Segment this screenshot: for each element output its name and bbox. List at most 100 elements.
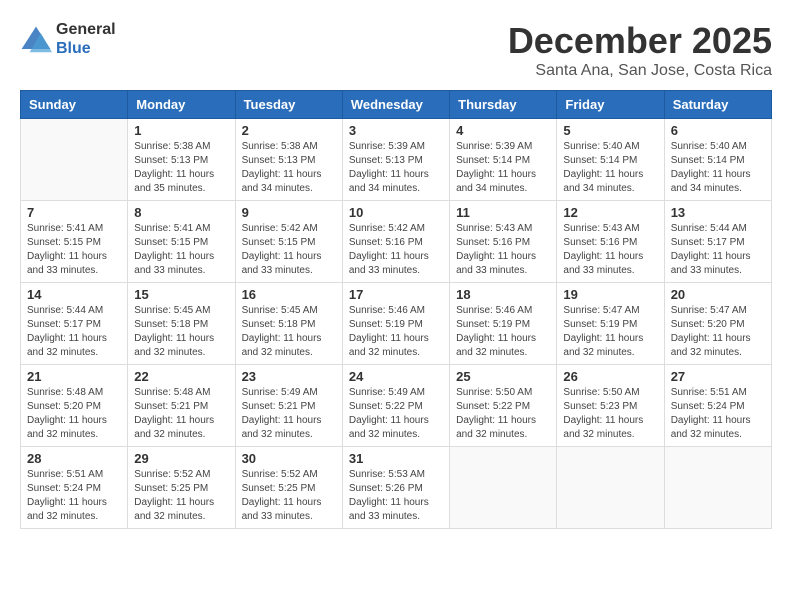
day-number: 7 <box>27 205 121 220</box>
calendar-cell: 11 Sunrise: 5:43 AM Sunset: 5:16 PM Dayli… <box>450 201 557 283</box>
logo-blue: Blue <box>56 39 116 58</box>
day-number: 18 <box>456 287 550 302</box>
title-section: December 2025 Santa Ana, San Jose, Costa… <box>508 20 772 80</box>
day-info: Sunrise: 5:42 AM Sunset: 5:16 PM Dayligh… <box>349 222 443 278</box>
day-info: Sunrise: 5:38 AM Sunset: 5:13 PM Dayligh… <box>242 140 336 196</box>
calendar-cell: 3Sunrise: 5:39 AM Sunset: 5:13 PM Daylig… <box>342 119 449 201</box>
day-number: 21 <box>27 369 121 384</box>
weekday-header-sunday: Sunday <box>21 91 128 119</box>
calendar-cell <box>664 447 771 529</box>
day-number: 1 <box>134 123 228 138</box>
calendar-cell: 15Sunrise: 5:45 AM Sunset: 5:18 PM Dayli… <box>128 283 235 365</box>
calendar-cell: 7 Sunrise: 5:41 AM Sunset: 5:15 PM Daylig… <box>21 201 128 283</box>
calendar-cell: 24 Sunrise: 5:49 AM Sunset: 5:22 PM Dayli… <box>342 365 449 447</box>
calendar-table: SundayMondayTuesdayWednesdayThursdayFrid… <box>20 90 772 529</box>
calendar-cell: 1 Sunrise: 5:38 AM Sunset: 5:13 PM Daylig… <box>128 119 235 201</box>
day-info: Sunrise: 5:43 AM Sunset: 5:16 PM Dayligh… <box>456 222 550 278</box>
weekday-header-monday: Monday <box>128 91 235 119</box>
calendar-cell <box>450 447 557 529</box>
day-info: Sunrise: 5:53 AM Sunset: 5:26 PM Dayligh… <box>349 468 443 524</box>
day-number: 14 <box>27 287 121 302</box>
day-number: 30 <box>242 451 336 466</box>
calendar-cell: 20Sunrise: 5:47 AM Sunset: 5:20 PM Dayli… <box>664 283 771 365</box>
calendar-cell: 18 Sunrise: 5:46 AM Sunset: 5:19 PM Dayli… <box>450 283 557 365</box>
logo-icon <box>20 25 52 53</box>
day-info: Sunrise: 5:44 AM Sunset: 5:17 PM Dayligh… <box>27 304 121 360</box>
day-info: Sunrise: 5:40 AM Sunset: 5:14 PM Dayligh… <box>671 140 765 196</box>
logo-general: General <box>56 20 116 39</box>
day-number: 29 <box>134 451 228 466</box>
day-info: Sunrise: 5:52 AM Sunset: 5:25 PM Dayligh… <box>242 468 336 524</box>
calendar-cell: 29 Sunrise: 5:52 AM Sunset: 5:25 PM Dayli… <box>128 447 235 529</box>
calendar-week-2: 7 Sunrise: 5:41 AM Sunset: 5:15 PM Daylig… <box>21 201 772 283</box>
day-number: 5 <box>563 123 657 138</box>
day-info: Sunrise: 5:49 AM Sunset: 5:22 PM Dayligh… <box>349 386 443 442</box>
calendar-cell: 12 Sunrise: 5:43 AM Sunset: 5:16 PM Dayli… <box>557 201 664 283</box>
day-number: 26 <box>563 369 657 384</box>
day-number: 9 <box>242 205 336 220</box>
day-number: 6 <box>671 123 765 138</box>
day-number: 11 <box>456 205 550 220</box>
calendar-cell: 9 Sunrise: 5:42 AM Sunset: 5:15 PM Daylig… <box>235 201 342 283</box>
day-number: 16 <box>242 287 336 302</box>
calendar-cell: 17 Sunrise: 5:46 AM Sunset: 5:19 PM Dayli… <box>342 283 449 365</box>
day-number: 10 <box>349 205 443 220</box>
day-number: 27 <box>671 369 765 384</box>
calendar-week-5: 28Sunrise: 5:51 AM Sunset: 5:24 PM Dayli… <box>21 447 772 529</box>
calendar-cell: 14 Sunrise: 5:44 AM Sunset: 5:17 PM Dayli… <box>21 283 128 365</box>
day-info: Sunrise: 5:45 AM Sunset: 5:18 PM Dayligh… <box>242 304 336 360</box>
calendar-cell: 31 Sunrise: 5:53 AM Sunset: 5:26 PM Dayli… <box>342 447 449 529</box>
page-header: General Blue December 2025 Santa Ana, Sa… <box>20 20 772 80</box>
day-number: 12 <box>563 205 657 220</box>
day-info: Sunrise: 5:48 AM Sunset: 5:20 PM Dayligh… <box>27 386 121 442</box>
day-info: Sunrise: 5:46 AM Sunset: 5:19 PM Dayligh… <box>349 304 443 360</box>
calendar-cell: 10 Sunrise: 5:42 AM Sunset: 5:16 PM Dayli… <box>342 201 449 283</box>
weekday-header-tuesday: Tuesday <box>235 91 342 119</box>
day-info: Sunrise: 5:38 AM Sunset: 5:13 PM Dayligh… <box>134 140 228 196</box>
day-info: Sunrise: 5:42 AM Sunset: 5:15 PM Dayligh… <box>242 222 336 278</box>
calendar-cell: 2 Sunrise: 5:38 AM Sunset: 5:13 PM Daylig… <box>235 119 342 201</box>
day-number: 23 <box>242 369 336 384</box>
day-info: Sunrise: 5:46 AM Sunset: 5:19 PM Dayligh… <box>456 304 550 360</box>
weekday-header-thursday: Thursday <box>450 91 557 119</box>
day-number: 25 <box>456 369 550 384</box>
day-info: Sunrise: 5:39 AM Sunset: 5:13 PM Dayligh… <box>349 140 443 196</box>
day-number: 17 <box>349 287 443 302</box>
location: Santa Ana, San Jose, Costa Rica <box>508 62 772 80</box>
day-number: 15 <box>134 287 228 302</box>
calendar-cell: 5Sunrise: 5:40 AM Sunset: 5:14 PM Daylig… <box>557 119 664 201</box>
day-number: 8 <box>134 205 228 220</box>
month-title: December 2025 <box>508 20 772 62</box>
calendar-cell: 26 Sunrise: 5:50 AM Sunset: 5:23 PM Dayli… <box>557 365 664 447</box>
day-number: 13 <box>671 205 765 220</box>
day-number: 31 <box>349 451 443 466</box>
weekday-header-row: SundayMondayTuesdayWednesdayThursdayFrid… <box>21 91 772 119</box>
calendar-cell: 28Sunrise: 5:51 AM Sunset: 5:24 PM Dayli… <box>21 447 128 529</box>
day-info: Sunrise: 5:48 AM Sunset: 5:21 PM Dayligh… <box>134 386 228 442</box>
calendar-cell: 8Sunrise: 5:41 AM Sunset: 5:15 PM Daylig… <box>128 201 235 283</box>
day-number: 4 <box>456 123 550 138</box>
calendar-cell <box>557 447 664 529</box>
calendar-cell: 25Sunrise: 5:50 AM Sunset: 5:22 PM Dayli… <box>450 365 557 447</box>
day-info: Sunrise: 5:43 AM Sunset: 5:16 PM Dayligh… <box>563 222 657 278</box>
day-info: Sunrise: 5:51 AM Sunset: 5:24 PM Dayligh… <box>671 386 765 442</box>
weekday-header-wednesday: Wednesday <box>342 91 449 119</box>
calendar-cell: 30 Sunrise: 5:52 AM Sunset: 5:25 PM Dayli… <box>235 447 342 529</box>
calendar-cell: 4 Sunrise: 5:39 AM Sunset: 5:14 PM Daylig… <box>450 119 557 201</box>
weekday-header-friday: Friday <box>557 91 664 119</box>
logo: General Blue <box>20 20 116 58</box>
day-info: Sunrise: 5:41 AM Sunset: 5:15 PM Dayligh… <box>27 222 121 278</box>
day-info: Sunrise: 5:50 AM Sunset: 5:23 PM Dayligh… <box>563 386 657 442</box>
logo-text: General Blue <box>56 20 116 58</box>
day-info: Sunrise: 5:39 AM Sunset: 5:14 PM Dayligh… <box>456 140 550 196</box>
calendar-week-1: 1 Sunrise: 5:38 AM Sunset: 5:13 PM Daylig… <box>21 119 772 201</box>
calendar-cell: 13 Sunrise: 5:44 AM Sunset: 5:17 PM Dayli… <box>664 201 771 283</box>
day-info: Sunrise: 5:49 AM Sunset: 5:21 PM Dayligh… <box>242 386 336 442</box>
day-info: Sunrise: 5:44 AM Sunset: 5:17 PM Dayligh… <box>671 222 765 278</box>
calendar-cell: 16 Sunrise: 5:45 AM Sunset: 5:18 PM Dayli… <box>235 283 342 365</box>
calendar-cell: 6 Sunrise: 5:40 AM Sunset: 5:14 PM Daylig… <box>664 119 771 201</box>
day-number: 2 <box>242 123 336 138</box>
day-info: Sunrise: 5:51 AM Sunset: 5:24 PM Dayligh… <box>27 468 121 524</box>
day-number: 24 <box>349 369 443 384</box>
day-info: Sunrise: 5:52 AM Sunset: 5:25 PM Dayligh… <box>134 468 228 524</box>
